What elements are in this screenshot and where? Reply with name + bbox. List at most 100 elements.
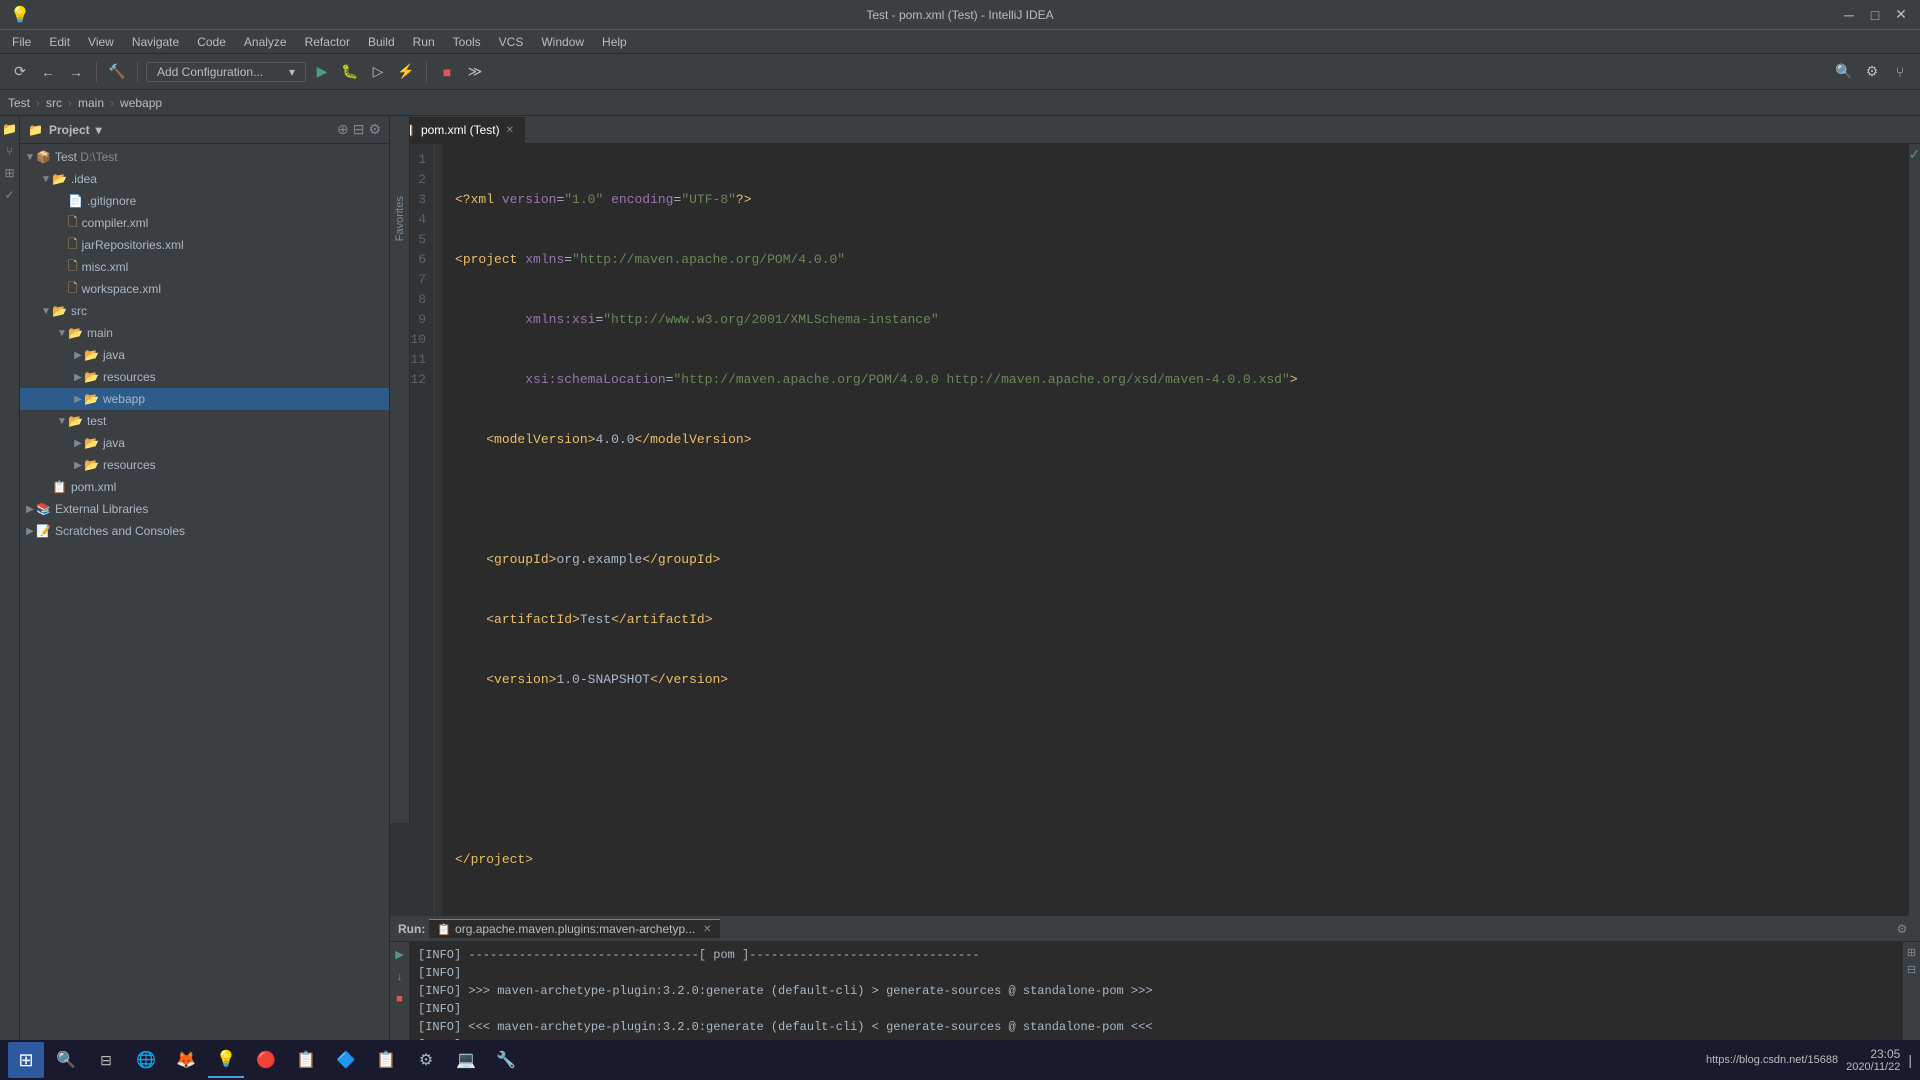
code-line-1: <?xml version="1.0" encoding="UTF-8"?> xyxy=(455,190,1896,210)
taskbar-app-8[interactable]: ⚙ xyxy=(408,1042,444,1078)
minimize-button[interactable]: ─ xyxy=(1840,6,1858,24)
editor-tab-pom[interactable]: 📋 pom.xml (Test) ✕ xyxy=(390,117,525,143)
back-icon[interactable]: ← xyxy=(36,60,60,84)
webapp-folder-icon: 📂 xyxy=(84,392,99,406)
run-config-selector[interactable]: Add Configuration... ▾ xyxy=(146,62,306,82)
run-tab-close-button[interactable]: ✕ xyxy=(703,924,711,935)
run-with-coverage-button[interactable]: ▷ xyxy=(366,60,390,84)
project-panel: 📁 Project ▾ ⊕ ⊟ ⚙ ▼ 📦 Test D:\Test ▼ xyxy=(20,116,390,1058)
tree-label-main: main xyxy=(87,326,113,340)
taskbar-app-7[interactable]: 📋 xyxy=(368,1042,404,1078)
stop-button[interactable]: ■ xyxy=(435,60,459,84)
code-content[interactable]: <?xml version="1.0" encoding="UTF-8"?> <… xyxy=(443,144,1908,916)
todo-icon[interactable]: ✓ xyxy=(1,186,19,204)
menu-view[interactable]: View xyxy=(80,33,122,51)
tree-arrow-src: ▼ xyxy=(40,306,52,317)
commit-icon[interactable]: ⑂ xyxy=(1,142,19,160)
nav-sep-2: › xyxy=(68,96,72,110)
console-line-4: [INFO] xyxy=(418,1000,1894,1018)
menu-file[interactable]: File xyxy=(4,33,39,51)
code-line-5: <modelVersion>4.0.0</modelVersion> xyxy=(455,430,1896,450)
search-everywhere-icon[interactable]: 🔍 xyxy=(1832,60,1856,84)
tree-item-test[interactable]: ▼ 📂 test xyxy=(20,410,389,432)
vcs-icon[interactable]: ⑂ xyxy=(1888,60,1912,84)
menu-analyze[interactable]: Analyze xyxy=(236,33,295,51)
tree-item-resources[interactable]: ▶ 📂 resources xyxy=(20,366,389,388)
project-tool-icon[interactable]: 📁 xyxy=(1,120,19,138)
run-button[interactable]: ▶ xyxy=(310,60,334,84)
idea-folder-icon: 📂 xyxy=(52,172,67,186)
rerun-button[interactable]: ▶ xyxy=(391,946,409,964)
menu-tools[interactable]: Tools xyxy=(445,33,489,51)
nav-main[interactable]: main xyxy=(78,96,104,110)
tree-item-webapp[interactable]: ▶ 📂 webapp xyxy=(20,388,389,410)
code-editor[interactable]: 1 2 3 4 5 6 7 8 9 10 11 12 <?xml ve xyxy=(390,144,1920,916)
taskbar-edge[interactable]: 🌐 xyxy=(128,1042,164,1078)
menu-help[interactable]: Help xyxy=(594,33,635,51)
build-icon[interactable]: 🔨 xyxy=(105,60,129,84)
tree-item-gitignore[interactable]: ▶ 📄 .gitignore xyxy=(20,190,389,212)
taskbar-app-4[interactable]: 🔴 xyxy=(248,1042,284,1078)
taskbar-app-6[interactable]: 🔷 xyxy=(328,1042,364,1078)
console-side-btn-2[interactable]: ⊟ xyxy=(1907,963,1916,976)
menu-refactor[interactable]: Refactor xyxy=(297,33,358,51)
menu-vcs[interactable]: VCS xyxy=(491,33,532,51)
more-toolbar-actions[interactable]: ≫ xyxy=(463,60,487,84)
tree-item-src[interactable]: ▼ 📂 src xyxy=(20,300,389,322)
menu-build[interactable]: Build xyxy=(360,33,403,51)
sync-icon[interactable]: ⟳ xyxy=(8,60,32,84)
tree-item-test-java[interactable]: ▶ 📂 java xyxy=(20,432,389,454)
tree-arrow-scratches: ▶ xyxy=(24,526,36,537)
nav-webapp[interactable]: webapp xyxy=(120,96,162,110)
run-tab[interactable]: 📋 org.apache.maven.plugins:maven-archety… xyxy=(429,919,719,938)
tree-label-pom-xml: pom.xml xyxy=(71,480,116,494)
taskbar-intellij[interactable]: 💡 xyxy=(208,1042,244,1078)
tree-item-external-libs[interactable]: ▶ 📚 External Libraries xyxy=(20,498,389,520)
taskbar-firefox[interactable]: 🦊 xyxy=(168,1042,204,1078)
settings-icon[interactable]: ⚙ xyxy=(1860,60,1884,84)
show-desktop-button[interactable]: | xyxy=(1908,1052,1912,1068)
tree-item-jar-repos-xml[interactable]: ▶ 🗋 jarRepositories.xml xyxy=(20,234,389,256)
menu-window[interactable]: Window xyxy=(533,33,592,51)
locate-icon[interactable]: ⊕ xyxy=(337,121,349,138)
forward-icon[interactable]: → xyxy=(64,60,88,84)
maximize-button[interactable]: □ xyxy=(1866,6,1884,24)
xml-file-icon-jar: 🗋 xyxy=(68,235,78,256)
tree-item-scratches[interactable]: ▶ 📝 Scratches and Consoles xyxy=(20,520,389,542)
menu-code[interactable]: Code xyxy=(189,33,234,51)
tree-item-idea[interactable]: ▼ 📂 .idea xyxy=(20,168,389,190)
task-view-button[interactable]: ⊟ xyxy=(88,1042,124,1078)
menu-edit[interactable]: Edit xyxy=(41,33,78,51)
nav-project[interactable]: Test xyxy=(8,96,30,110)
menu-run[interactable]: Run xyxy=(405,33,443,51)
tab-close-button[interactable]: ✕ xyxy=(506,125,514,136)
collapse-all-icon[interactable]: ⊟ xyxy=(353,121,365,138)
profile-button[interactable]: ⚡ xyxy=(394,60,418,84)
gear-settings-icon[interactable]: ⚙ xyxy=(1892,919,1912,939)
structure-icon[interactable]: ⊞ xyxy=(1,164,19,182)
tree-item-pom-xml[interactable]: ▶ 📋 pom.xml xyxy=(20,476,389,498)
taskbar-app-5[interactable]: 📋 xyxy=(288,1042,324,1078)
panel-settings-icon[interactable]: ⚙ xyxy=(368,121,381,138)
nav-src[interactable]: src xyxy=(46,96,62,110)
close-button[interactable]: ✕ xyxy=(1892,6,1910,24)
taskbar-app-10[interactable]: 🔧 xyxy=(488,1042,524,1078)
favorites-label[interactable]: Favorites xyxy=(394,196,406,241)
taskbar-app-9[interactable]: 💻 xyxy=(448,1042,484,1078)
search-taskbar-button[interactable]: 🔍 xyxy=(48,1042,84,1078)
tree-item-test-root[interactable]: ▼ 📦 Test D:\Test xyxy=(20,146,389,168)
tree-item-compiler-xml[interactable]: ▶ 🗋 compiler.xml xyxy=(20,212,389,234)
scroll-to-end-icon[interactable]: ↓ xyxy=(391,968,409,986)
stop-run-button[interactable]: ■ xyxy=(391,990,409,1008)
start-button[interactable]: ⊞ xyxy=(8,1042,44,1078)
tree-item-java[interactable]: ▶ 📂 java xyxy=(20,344,389,366)
tree-item-workspace-xml[interactable]: ▶ 🗋 workspace.xml xyxy=(20,278,389,300)
menu-navigate[interactable]: Navigate xyxy=(124,33,187,51)
tree-item-misc-xml[interactable]: ▶ 🗋 misc.xml xyxy=(20,256,389,278)
debug-button[interactable]: 🐛 xyxy=(338,60,362,84)
run-tab-icon: 📋 xyxy=(437,923,451,936)
console-side-btn-1[interactable]: ⊞ xyxy=(1907,946,1916,959)
toolbar-separator-3 xyxy=(426,62,427,82)
tree-item-test-resources[interactable]: ▶ 📂 resources xyxy=(20,454,389,476)
tree-item-main[interactable]: ▼ 📂 main xyxy=(20,322,389,344)
